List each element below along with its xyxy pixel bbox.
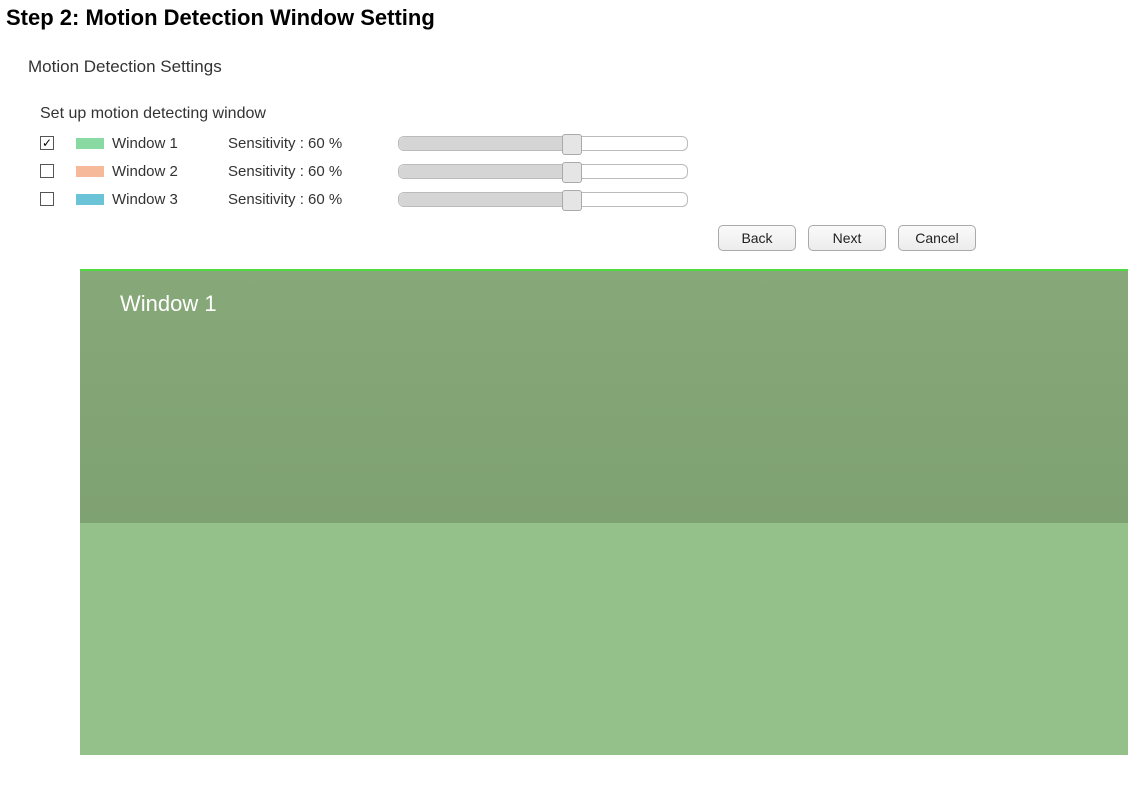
window-3-label: Window 3 <box>112 191 228 208</box>
window-row-1: ✓ Window 1 Sensitivity : 60 % <box>40 129 1144 157</box>
next-button[interactable]: Next <box>808 225 886 251</box>
slider-fill <box>399 193 572 206</box>
window-1-checkbox[interactable]: ✓ <box>40 136 54 150</box>
step-heading: Step 2: Motion Detection Window Setting <box>0 0 1144 31</box>
slider-thumb[interactable] <box>562 162 582 183</box>
window-1-swatch <box>76 138 104 149</box>
slider-fill <box>399 165 572 178</box>
window-2-sensitivity-slider[interactable] <box>398 164 688 179</box>
window-3-sensitivity-slider[interactable] <box>398 192 688 207</box>
window-row-2: Window 2 Sensitivity : 60 % <box>40 157 1144 185</box>
slider-thumb[interactable] <box>562 190 582 211</box>
window-3-sensitivity-label: Sensitivity : 60 % <box>228 191 398 208</box>
window-1-sensitivity-slider[interactable] <box>398 136 688 151</box>
cancel-button[interactable]: Cancel <box>898 225 976 251</box>
window-3-checkbox[interactable] <box>40 192 54 206</box>
window-rows: ✓ Window 1 Sensitivity : 60 % Window 2 S… <box>0 123 1144 213</box>
window-row-3: Window 3 Sensitivity : 60 % <box>40 185 1144 213</box>
window-1-sensitivity-label: Sensitivity : 60 % <box>228 135 398 152</box>
window-2-checkbox[interactable] <box>40 164 54 178</box>
slider-thumb[interactable] <box>562 134 582 155</box>
preview-overlay-label: Window 1 <box>120 291 217 317</box>
subtitle: Set up motion detecting window <box>0 77 1144 123</box>
window-2-label: Window 2 <box>112 163 228 180</box>
window-2-sensitivity-label: Sensitivity : 60 % <box>228 163 398 180</box>
preview-lower-region <box>80 523 1128 755</box>
nav-buttons: Back Next Cancel <box>718 213 1144 251</box>
camera-preview[interactable]: Window 1 <box>80 269 1128 755</box>
window-3-swatch <box>76 194 104 205</box>
back-button[interactable]: Back <box>718 225 796 251</box>
slider-fill <box>399 137 572 150</box>
preview-upper-region <box>80 271 1128 523</box>
panel-title: Motion Detection Settings <box>0 31 1144 77</box>
window-1-label: Window 1 <box>112 135 228 152</box>
window-2-swatch <box>76 166 104 177</box>
